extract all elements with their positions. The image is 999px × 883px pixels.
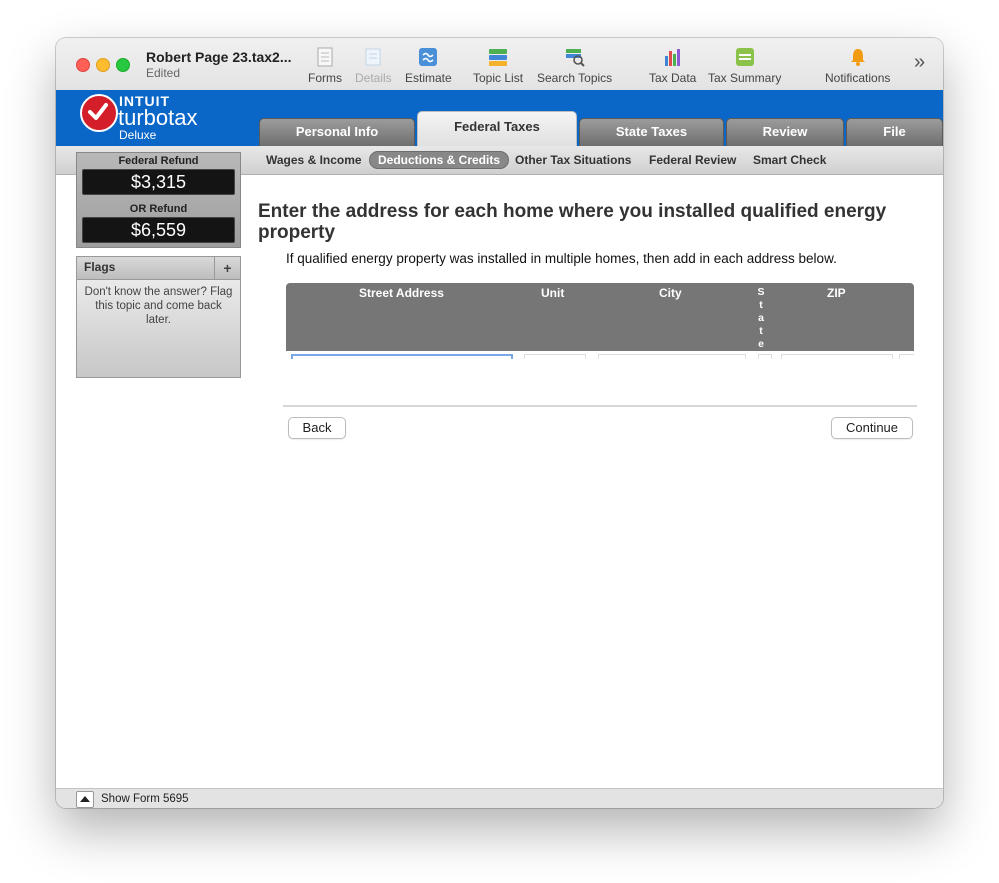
column-unit: Unit — [541, 286, 565, 300]
toolbar-notifications-label: Notifications — [825, 71, 891, 85]
subtab-other-tax-situations[interactable]: Other Tax Situations — [515, 153, 631, 167]
tab-file[interactable]: File — [846, 118, 943, 146]
document-status: Edited — [146, 66, 181, 80]
table-row-extra-cell — [899, 354, 914, 359]
toolbar-notifications-button[interactable]: Notifications — [825, 47, 890, 85]
page-title: Enter the address for each home where yo… — [258, 201, 887, 243]
toolbar-tax-data-button[interactable]: Tax Data — [649, 47, 696, 85]
unit-input[interactable] — [524, 354, 586, 359]
federal-refund-amount: $3,315 — [82, 169, 235, 195]
estimate-icon — [418, 47, 438, 67]
column-zip: ZIP — [827, 286, 846, 300]
forms-icon — [315, 47, 335, 67]
tax-data-icon — [663, 47, 683, 67]
tab-review[interactable]: Review — [726, 118, 844, 146]
toolbar-tax-data-label: Tax Data — [649, 71, 697, 85]
subtab-smart-check[interactable]: Smart Check — [753, 153, 826, 167]
federal-refund-label: Federal Refund — [118, 155, 199, 167]
details-icon — [363, 47, 383, 67]
flags-panel: Flags + Don't know the answer? Flag this… — [76, 256, 241, 378]
street-address-input[interactable] — [291, 354, 513, 359]
content-divider — [283, 405, 917, 407]
app-window: Robert Page 23.tax2... Edited Forms Deta… — [56, 38, 943, 808]
brand-edition: Deluxe — [119, 128, 157, 142]
add-flag-button[interactable]: + — [214, 257, 240, 279]
address-table: Street Address Unit City State ZIP — [286, 283, 914, 359]
document-title: Robert Page 23.tax2... — [146, 49, 292, 65]
subtab-wages-income[interactable]: Wages & Income — [266, 153, 362, 167]
tab-personal-info[interactable]: Personal Info — [259, 118, 415, 146]
subtab-federal-review[interactable]: Federal Review — [649, 153, 736, 167]
tab-state-taxes[interactable]: State Taxes — [579, 118, 724, 146]
state-refund-amount: $6,559 — [82, 217, 235, 243]
flags-title: Flags — [84, 260, 116, 274]
title-bar: Robert Page 23.tax2... Edited Forms Deta… — [56, 38, 943, 91]
state-select[interactable] — [758, 354, 772, 359]
continue-button[interactable]: Continue — [831, 417, 913, 439]
toolbar-topic-list-label: Topic List — [473, 71, 524, 85]
topic-list-icon — [488, 47, 508, 67]
show-form-label[interactable]: Show Form 5695 — [101, 793, 189, 805]
toolbar-details-button[interactable]: Details — [355, 47, 392, 85]
turbotax-check-logo-icon — [80, 94, 118, 132]
toolbar-details-label: Details — [355, 71, 392, 85]
zoom-window-button[interactable] — [116, 58, 130, 72]
minimize-window-button[interactable] — [96, 58, 110, 72]
subtab-deductions-credits[interactable]: Deductions & Credits — [369, 151, 510, 169]
close-window-button[interactable] — [76, 58, 90, 72]
city-input[interactable] — [598, 354, 746, 359]
show-form-triangle-up-icon[interactable] — [76, 791, 94, 808]
toolbar-search-topics-button[interactable]: Search Topics — [537, 47, 612, 85]
tab-federal-taxes[interactable]: Federal Taxes — [417, 111, 577, 146]
zip-input[interactable] — [781, 354, 893, 359]
flags-message: Don't know the answer? Flag this topic a… — [84, 286, 233, 326]
toolbar-tax-summary-button[interactable]: Tax Summary — [708, 47, 781, 85]
state-refund-label: OR Refund — [129, 203, 188, 215]
tax-summary-icon — [735, 47, 755, 67]
page-instructions: If qualified energy property was install… — [286, 251, 837, 266]
toolbar-overflow-chevron-icon[interactable]: » — [914, 51, 925, 74]
toolbar-estimate-button[interactable]: Estimate — [405, 47, 452, 85]
toolbar-topic-list-button[interactable]: Topic List — [473, 47, 523, 85]
bell-icon — [848, 47, 868, 67]
toolbar-tax-summary-label: Tax Summary — [708, 71, 782, 85]
column-city: City — [659, 286, 682, 300]
toolbar-estimate-label: Estimate — [405, 71, 452, 85]
refund-meter: Federal Refund $3,315 OR Refund $6,559 — [76, 152, 241, 248]
back-button[interactable]: Back — [288, 417, 346, 439]
toolbar-forms-label: Forms — [308, 71, 342, 85]
search-topics-icon — [565, 47, 585, 67]
form-toggle-bar: Show Form 5695 — [56, 788, 943, 808]
column-street-address: Street Address — [359, 286, 444, 300]
toolbar-search-topics-label: Search Topics — [537, 71, 613, 85]
column-state: State — [757, 286, 765, 350]
flags-header: Flags + — [77, 257, 240, 280]
toolbar-forms-button[interactable]: Forms — [308, 47, 342, 85]
